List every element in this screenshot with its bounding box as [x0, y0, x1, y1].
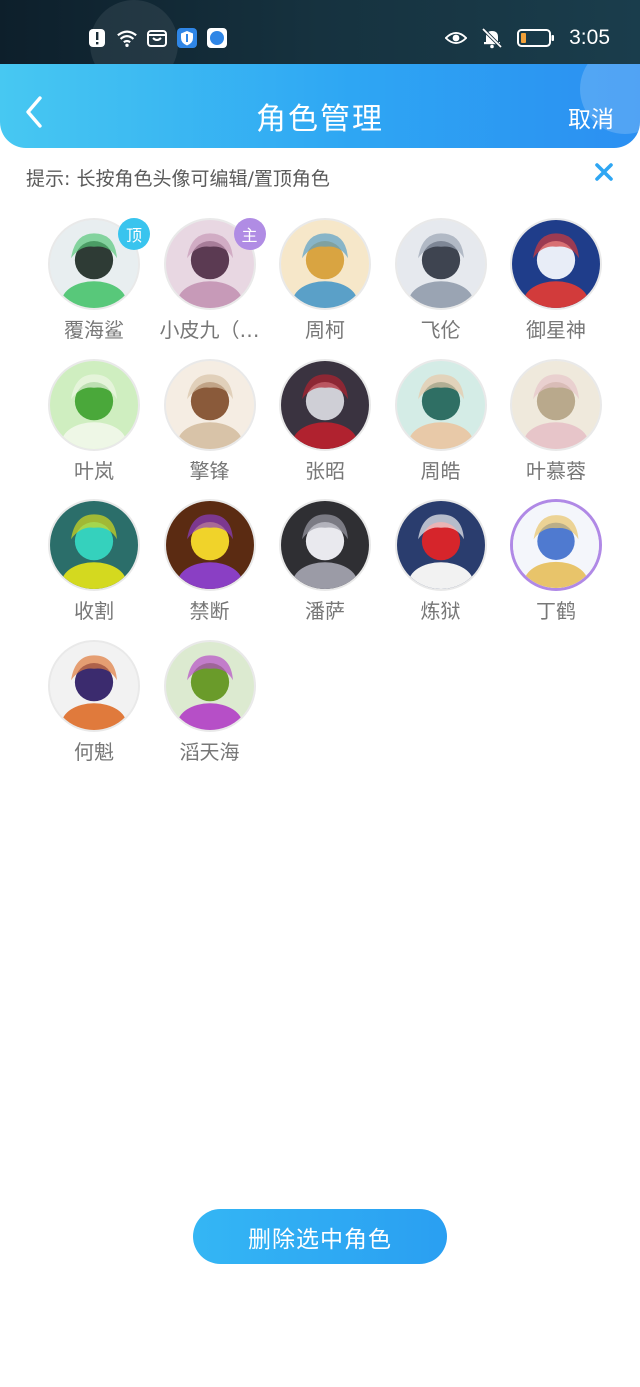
- role-name: 炼狱: [420, 599, 461, 623]
- role-portrait-icon: [396, 220, 485, 308]
- role-portrait-icon: [165, 501, 254, 589]
- hint-text: 提示: 长按角色头像可编辑/置顶角色: [26, 168, 330, 190]
- role-portrait-icon: [50, 360, 138, 449]
- role-item[interactable]: 叶慕蓉: [498, 358, 614, 489]
- role-name: 滔天海: [179, 739, 240, 764]
- role-portrait-icon: [513, 502, 599, 588]
- role-name: 擎锋: [189, 458, 230, 483]
- role-name: 张昭: [305, 458, 345, 483]
- close-icon: [595, 163, 613, 181]
- status-time: 3:05: [569, 26, 610, 49]
- status-left-icons: [86, 27, 228, 49]
- wifi-icon: [116, 27, 138, 49]
- role-portrait-icon: [396, 360, 485, 449]
- role-item[interactable]: 叶岚: [36, 358, 152, 489]
- shield-icon: [176, 27, 198, 49]
- role-portrait-icon: [165, 641, 254, 730]
- compass-app-icon: [206, 27, 228, 49]
- bell-muted-icon: [481, 27, 503, 49]
- role-name: 叶慕蓉: [526, 458, 586, 483]
- page-title: 角色管理: [256, 102, 384, 137]
- role-name: 御星神: [526, 318, 586, 342]
- role-portrait-icon: [396, 501, 485, 589]
- role-avatar[interactable]: [510, 499, 602, 591]
- role-portrait-icon: [165, 360, 254, 449]
- role-portrait-icon: [50, 501, 138, 589]
- main-role-badge: 主: [233, 218, 266, 250]
- role-name: 飞伦: [420, 318, 461, 342]
- role-name: 叶岚: [74, 458, 114, 483]
- status-bar: 3:05: [0, 0, 640, 88]
- role-item[interactable]: 滔天海: [152, 639, 268, 770]
- role-avatar[interactable]: [394, 218, 487, 310]
- role-avatar[interactable]: [394, 358, 487, 451]
- pinned-badge: 顶: [118, 218, 150, 250]
- role-item[interactable]: 周柯: [267, 218, 383, 348]
- role-item[interactable]: 御星神: [498, 218, 614, 348]
- role-item[interactable]: 禁断: [152, 499, 268, 629]
- role-name: 周柯: [305, 318, 345, 342]
- role-avatar[interactable]: [163, 358, 256, 451]
- role-item[interactable]: 何魁: [36, 639, 152, 770]
- hint-close-button[interactable]: [594, 162, 614, 182]
- alert-icon: [86, 27, 108, 49]
- role-item[interactable]: 潘萨: [267, 499, 383, 629]
- cancel-button[interactable]: 取消: [568, 100, 614, 134]
- role-portrait-icon: [512, 220, 600, 308]
- role-portrait-icon: [281, 360, 369, 449]
- role-avatar[interactable]: [279, 218, 371, 310]
- role-avatar[interactable]: [279, 358, 371, 451]
- role-item[interactable]: 擎锋: [152, 358, 268, 489]
- role-portrait-icon: [50, 641, 138, 730]
- role-avatar[interactable]: [48, 358, 140, 451]
- role-avatar[interactable]: [510, 358, 602, 451]
- role-item[interactable]: 主小皮九（…: [152, 218, 268, 348]
- role-item[interactable]: 炼狱: [383, 499, 499, 629]
- role-avatar[interactable]: [163, 499, 256, 591]
- role-avatar[interactable]: [48, 499, 140, 591]
- header: 角色管理 取消: [0, 64, 640, 148]
- role-item[interactable]: 飞伦: [383, 218, 499, 348]
- role-name: 周皓: [420, 458, 461, 483]
- role-name: 何魁: [74, 739, 114, 764]
- role-name: 覆海鲨: [64, 318, 124, 342]
- role-avatar[interactable]: [394, 499, 487, 591]
- role-portrait-icon: [512, 360, 600, 449]
- role-item[interactable]: 张昭: [267, 358, 383, 489]
- role-avatar[interactable]: [48, 639, 140, 732]
- role-name: 小皮九（…: [159, 318, 260, 342]
- role-portrait-icon: [281, 501, 369, 589]
- eye-icon: [445, 27, 468, 49]
- role-item[interactable]: 丁鹤: [498, 499, 614, 629]
- role-avatar[interactable]: [163, 639, 256, 732]
- role-item[interactable]: 周皓: [383, 358, 499, 489]
- role-avatar[interactable]: [279, 499, 371, 591]
- store-icon: [146, 27, 168, 49]
- role-name: 禁断: [189, 599, 230, 623]
- delete-selected-roles-button[interactable]: 删除选中角色: [193, 1209, 447, 1264]
- role-name: 丁鹤: [536, 599, 576, 623]
- role-item[interactable]: 收割: [36, 499, 152, 629]
- status-right-icons: 3:05: [445, 26, 610, 50]
- battery-icon: [517, 27, 555, 49]
- role-name: 潘萨: [305, 599, 345, 623]
- role-name: 收割: [74, 599, 114, 623]
- role-avatar[interactable]: [510, 218, 602, 310]
- role-item[interactable]: 顶覆海鲨: [36, 218, 152, 348]
- role-portrait-icon: [281, 220, 369, 308]
